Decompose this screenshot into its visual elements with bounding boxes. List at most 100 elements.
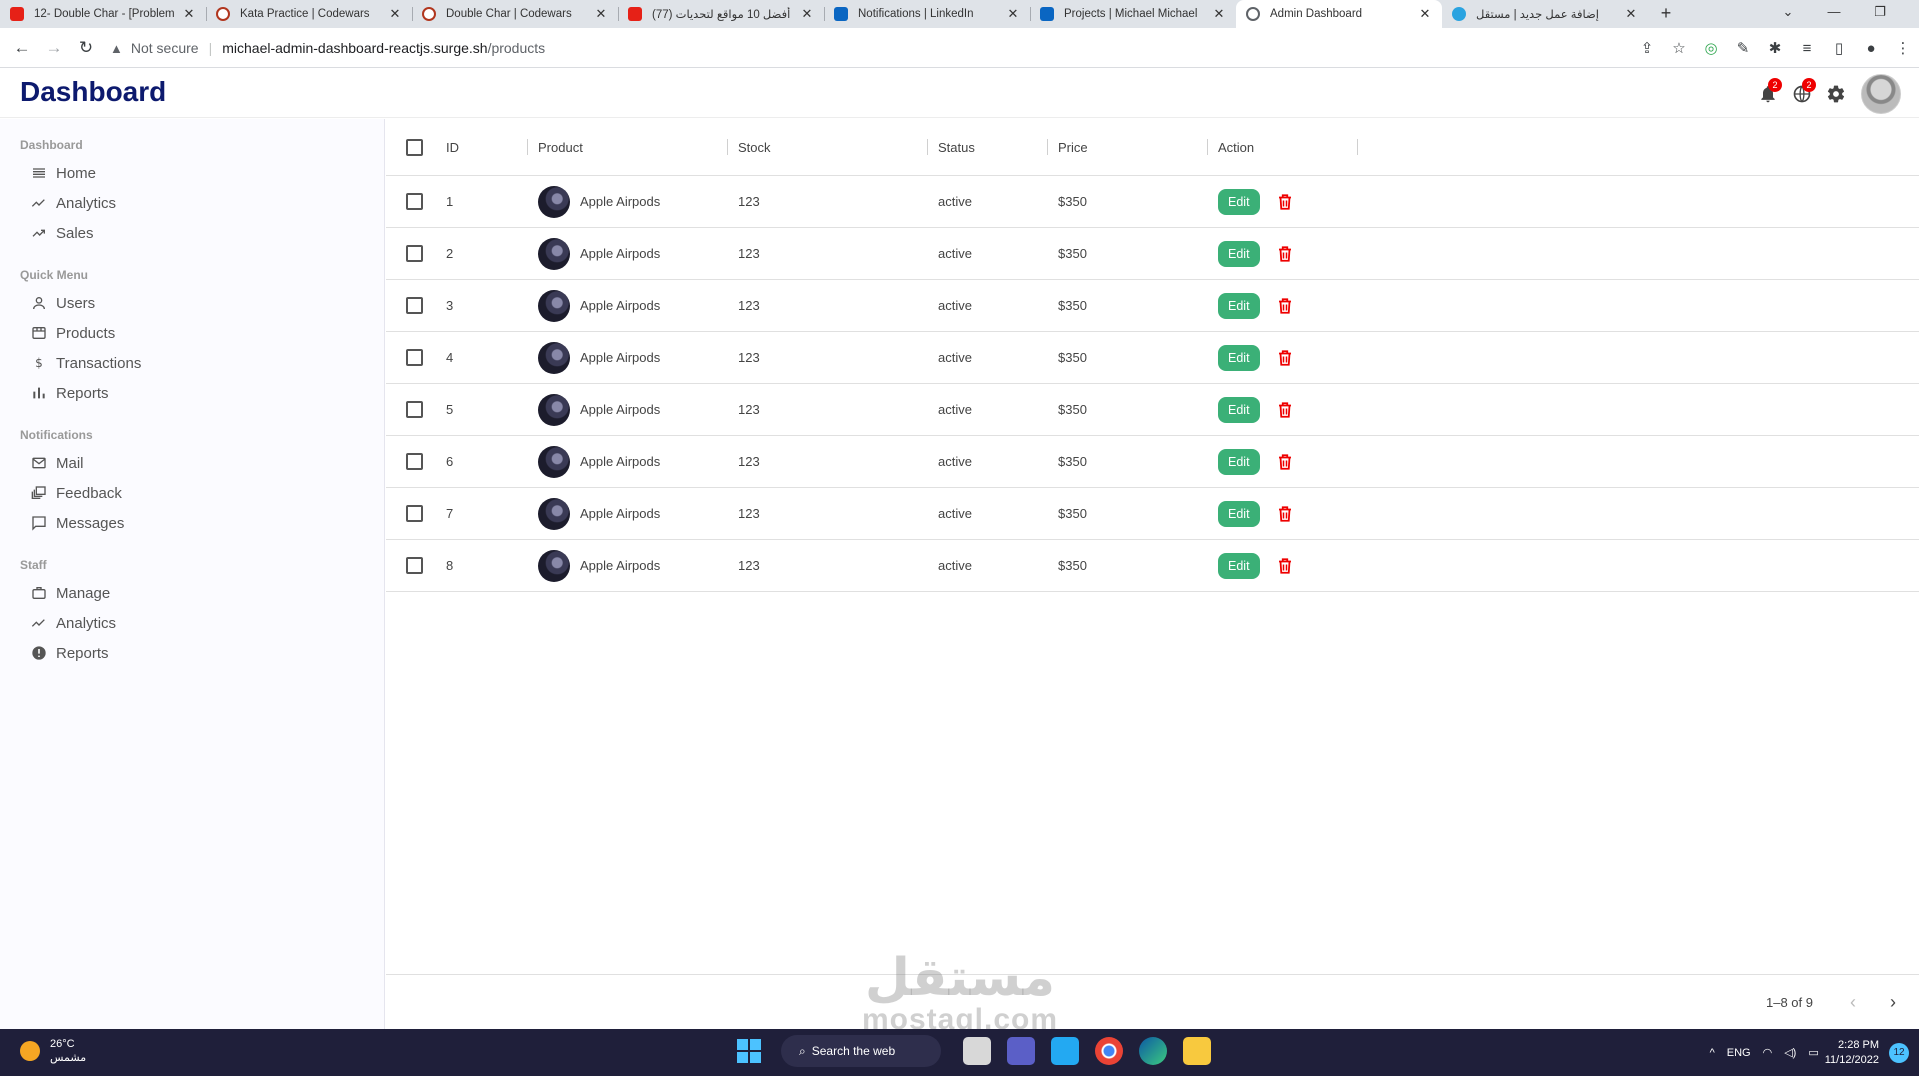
minimize-button[interactable]: — — [1811, 0, 1857, 28]
column-header-stock[interactable]: Stock — [728, 119, 928, 175]
puzzle-icon[interactable]: ✱ — [1759, 39, 1791, 57]
file-explorer-icon[interactable] — [1183, 1037, 1211, 1065]
sidebar-item-products[interactable]: Products — [0, 318, 384, 348]
table-row[interactable]: 3 Apple Airpods 123 active $350 Edit — [386, 280, 1919, 332]
browser-tab[interactable]: Notifications | LinkedIn ✕ — [824, 0, 1030, 28]
row-checkbox[interactable] — [405, 453, 423, 470]
table-row[interactable]: 2 Apple Airpods 123 active $350 Edit — [386, 228, 1919, 280]
chevron-up-icon[interactable]: ^ — [1710, 1047, 1715, 1059]
bookmark-star-icon[interactable]: ☆ — [1663, 39, 1695, 57]
close-tab-icon[interactable]: ✕ — [594, 6, 608, 22]
taskbar-search[interactable]: ⌕ Search the web — [781, 1035, 941, 1067]
browser-tab[interactable]: (77) أفضل 10 مواقع لتحديات ✕ — [618, 0, 824, 28]
edge-icon[interactable] — [1139, 1037, 1167, 1065]
sidebar-item-reports[interactable]: Reports — [0, 378, 384, 408]
sidebar-item-transactions[interactable]: $ Transactions — [0, 348, 384, 378]
edit-button[interactable]: Edit — [1218, 448, 1260, 475]
sidebar-item-analytics[interactable]: Analytics — [0, 188, 384, 218]
sidebar-item-feedback[interactable]: Feedback — [0, 478, 384, 508]
browser-tab[interactable]: Double Char | Codewars ✕ — [412, 0, 618, 28]
table-row[interactable]: 5 Apple Airpods 123 active $350 Edit — [386, 384, 1919, 436]
select-all-checkbox[interactable] — [405, 138, 423, 156]
edit-button[interactable]: Edit — [1218, 500, 1260, 527]
task-view-icon[interactable] — [963, 1037, 991, 1065]
close-tab-icon[interactable]: ✕ — [182, 6, 196, 22]
delete-outline-icon[interactable] — [1276, 556, 1294, 576]
windows-start-icon[interactable] — [737, 1039, 761, 1063]
battery-icon[interactable]: ▭ — [1808, 1046, 1818, 1059]
row-checkbox[interactable] — [405, 245, 423, 262]
side-panel-icon[interactable]: ▯ — [1823, 39, 1855, 57]
restore-button[interactable]: ❐ — [1857, 0, 1903, 28]
eyedropper-icon[interactable]: ✎ — [1727, 39, 1759, 57]
browser-tab[interactable]: 12- Double Char - [Problem ✕ — [0, 0, 206, 28]
forward-icon[interactable]: → — [38, 32, 70, 64]
sidebar-item-manage[interactable]: Manage — [0, 578, 384, 608]
close-tab-icon[interactable]: ✕ — [1624, 6, 1638, 22]
table-row[interactable]: 4 Apple Airpods 123 active $350 Edit — [386, 332, 1919, 384]
row-checkbox[interactable] — [405, 193, 423, 210]
profile-icon[interactable]: ● — [1855, 40, 1887, 57]
menu-icon[interactable]: ⋮ — [1887, 39, 1919, 57]
column-header-status[interactable]: Status — [928, 119, 1048, 175]
reading-list-icon[interactable]: ≡ — [1791, 40, 1823, 57]
app-logo[interactable]: Dashboard — [20, 76, 166, 108]
browser-tab[interactable]: Admin Dashboard ✕ — [1236, 0, 1442, 28]
edit-button[interactable]: Edit — [1218, 240, 1260, 267]
sidebar-item-reports[interactable]: Reports — [0, 638, 384, 668]
close-tab-icon[interactable]: ✕ — [800, 6, 814, 22]
browser-tab[interactable]: Projects | Michael Michael ✕ — [1030, 0, 1236, 28]
sidebar-item-home[interactable]: Home — [0, 158, 384, 188]
column-header-price[interactable]: Price — [1048, 119, 1208, 175]
next-page-icon[interactable]: › — [1873, 992, 1913, 1013]
back-icon[interactable]: ← — [6, 32, 38, 64]
edit-button[interactable]: Edit — [1218, 292, 1260, 319]
close-tab-icon[interactable]: ✕ — [388, 6, 402, 22]
notification-center-badge[interactable]: 12 — [1889, 1042, 1909, 1063]
column-header-id[interactable]: ID — [436, 119, 528, 175]
delete-outline-icon[interactable] — [1276, 452, 1294, 472]
extension-icon[interactable]: ◎ — [1695, 39, 1727, 57]
edit-button[interactable]: Edit — [1218, 396, 1260, 423]
browser-tab[interactable]: Kata Practice | Codewars ✕ — [206, 0, 412, 28]
row-checkbox[interactable] — [405, 401, 423, 418]
close-tab-icon[interactable]: ✕ — [1418, 6, 1432, 22]
delete-outline-icon[interactable] — [1276, 348, 1294, 368]
address-bar[interactable]: ▲ Not secure | michael-admin-dashboard-r… — [110, 32, 1670, 64]
edit-button[interactable]: Edit — [1218, 344, 1260, 371]
delete-outline-icon[interactable] — [1276, 296, 1294, 316]
sidebar-item-users[interactable]: Users — [0, 288, 384, 318]
volume-icon[interactable]: ◁) — [1784, 1046, 1796, 1059]
tab-search-icon[interactable]: ⌄ — [1765, 0, 1811, 28]
clock[interactable]: 2:28 PM 11/12/2022 — [1825, 1038, 1879, 1068]
row-checkbox[interactable] — [405, 505, 423, 522]
new-tab-button[interactable]: + — [1648, 0, 1684, 28]
user-avatar[interactable] — [1861, 74, 1901, 114]
vscode-icon[interactable] — [1051, 1037, 1079, 1065]
column-header-product[interactable]: Product — [528, 119, 728, 175]
delete-outline-icon[interactable] — [1276, 192, 1294, 212]
column-header-action[interactable]: Action — [1208, 119, 1358, 175]
chrome-icon[interactable] — [1095, 1037, 1123, 1065]
close-tab-icon[interactable]: ✕ — [1212, 6, 1226, 22]
language-indicator[interactable]: ENG — [1727, 1047, 1751, 1059]
row-checkbox[interactable] — [405, 297, 423, 314]
share-icon[interactable]: ⇪ — [1631, 39, 1663, 57]
reload-icon[interactable]: ↻ — [70, 32, 102, 64]
settings-button[interactable] — [1819, 76, 1853, 112]
table-row[interactable]: 6 Apple Airpods 123 active $350 Edit — [386, 436, 1919, 488]
weather-widget[interactable]: 26°C مشمس — [20, 1037, 86, 1065]
teams-icon[interactable] — [1007, 1037, 1035, 1065]
delete-outline-icon[interactable] — [1276, 400, 1294, 420]
notifications-button[interactable]: 2 — [1751, 76, 1785, 112]
delete-outline-icon[interactable] — [1276, 244, 1294, 264]
language-button[interactable]: 2 — [1785, 76, 1819, 112]
sidebar-item-sales[interactable]: Sales — [0, 218, 384, 248]
sidebar-item-analytics[interactable]: Analytics — [0, 608, 384, 638]
table-row[interactable]: 8 Apple Airpods 123 active $350 Edit — [386, 540, 1919, 592]
edit-button[interactable]: Edit — [1218, 552, 1260, 579]
sidebar-item-messages[interactable]: Messages — [0, 508, 384, 538]
table-row[interactable]: 1 Apple Airpods 123 active $350 Edit — [386, 176, 1919, 228]
row-checkbox[interactable] — [405, 349, 423, 366]
sidebar-item-mail[interactable]: Mail — [0, 448, 384, 478]
